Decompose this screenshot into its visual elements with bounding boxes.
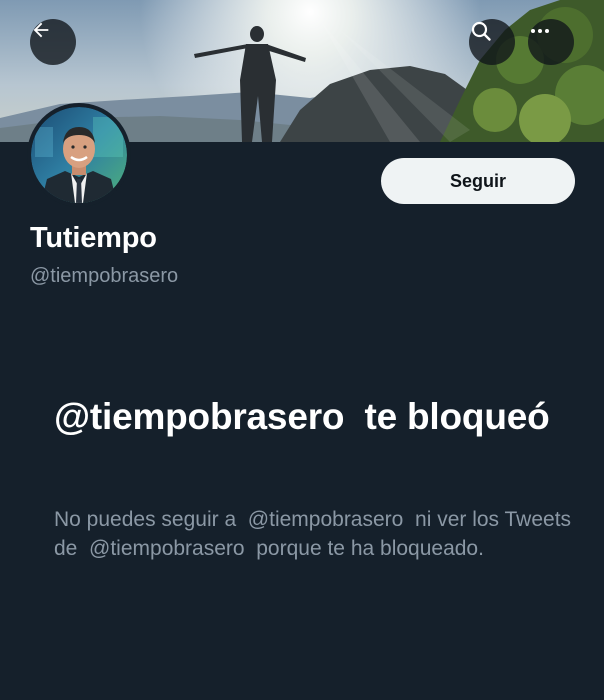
search-button[interactable] bbox=[469, 19, 515, 65]
more-button[interactable] bbox=[528, 19, 574, 65]
search-icon bbox=[471, 21, 491, 41]
follow-button[interactable]: Seguir bbox=[381, 158, 575, 204]
avatar[interactable] bbox=[27, 103, 131, 207]
blocked-title: @tiempobrasero te bloqueó bbox=[54, 396, 550, 437]
back-button[interactable] bbox=[30, 19, 76, 65]
more-horizontal-icon bbox=[531, 29, 549, 33]
profile-handle: @tiempobrasero bbox=[30, 265, 179, 287]
arrow-left-icon bbox=[33, 22, 49, 38]
blocked-message: No puedes seguir a @tiempobrasero ni ver… bbox=[54, 508, 577, 560]
profile-display-name: Tutiempo bbox=[30, 222, 157, 254]
avatar-image bbox=[31, 107, 127, 203]
profile-screen: Seguir Tutiempo @tiempobrasero @tiempobr… bbox=[0, 0, 604, 700]
